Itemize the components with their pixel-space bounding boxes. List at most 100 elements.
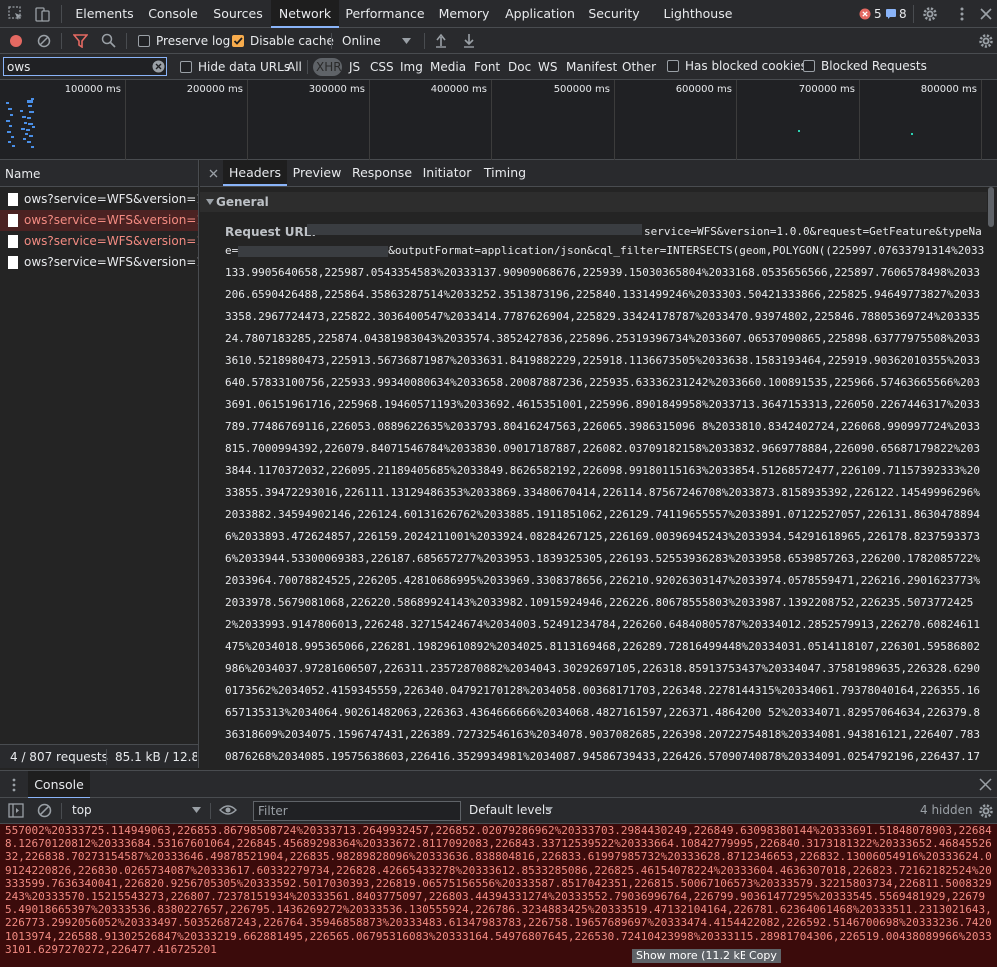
console-sidebar-icon[interactable] <box>8 803 24 818</box>
has-blocked-cookies-checkbox[interactable] <box>667 60 679 72</box>
live-expression-eye-icon[interactable] <box>219 803 237 817</box>
document-icon <box>8 193 18 206</box>
type-filter-ws[interactable]: WS <box>538 60 557 74</box>
log-levels-dropdown[interactable]: Default levels <box>469 803 551 817</box>
chevron-down-icon[interactable] <box>402 38 411 44</box>
tab-security[interactable]: Security <box>583 0 645 28</box>
drawer-menu-icon[interactable] <box>7 778 21 792</box>
request-row[interactable]: ows?service=WFS&version=1.... <box>0 231 198 252</box>
request-name: ows?service=WFS&version=1.... <box>24 255 198 269</box>
request-url-value: Request URL: service=WFS&version=1.0.0&r… <box>225 218 985 768</box>
close-drawer-icon[interactable] <box>979 778 992 791</box>
type-filter-other[interactable]: Other <box>622 60 656 74</box>
type-filter-media[interactable]: Media <box>430 60 466 74</box>
hide-data-urls-checkbox[interactable] <box>180 61 192 73</box>
document-icon <box>8 214 18 227</box>
tab-timing[interactable]: Timing <box>477 160 533 186</box>
tab-sources[interactable]: Sources <box>205 0 271 28</box>
request-name: ows?service=WFS&version=1.... <box>24 192 198 206</box>
close-detail-icon[interactable] <box>209 169 218 178</box>
error-count[interactable]: 5 <box>874 7 882 21</box>
device-toolbar-icon[interactable] <box>34 5 52 23</box>
error-icon[interactable] <box>859 8 871 20</box>
document-icon <box>8 256 18 269</box>
close-devtools-icon[interactable] <box>979 7 993 21</box>
message-icon[interactable] <box>885 8 897 20</box>
clear-filter-icon[interactable] <box>152 60 165 73</box>
copy-button[interactable]: Copy <box>745 949 781 963</box>
disable-cache-label[interactable]: Disable cache <box>250 34 334 48</box>
tab-network[interactable]: Network <box>271 0 339 28</box>
url-line-2-prefix: e= <box>225 244 239 257</box>
console-settings-gear-icon[interactable] <box>978 803 994 819</box>
request-list: Name ows?service=WFS&version=1.... ows?s… <box>0 160 199 768</box>
inspect-element-icon[interactable] <box>8 6 24 22</box>
hidden-messages-count: 4 hidden <box>920 803 973 817</box>
chevron-down-icon[interactable] <box>545 807 553 812</box>
hide-data-urls-label[interactable]: Hide data URLs <box>198 60 290 74</box>
drawer-tab-console[interactable]: Console <box>28 771 90 799</box>
triangle-down-icon <box>206 199 214 205</box>
clear-icon[interactable] <box>37 34 51 48</box>
disable-cache-checkbox[interactable] <box>232 35 244 47</box>
request-row[interactable]: ows?service=WFS&version=1.... <box>0 189 198 210</box>
preserve-log-checkbox[interactable] <box>138 35 150 47</box>
tab-preview[interactable]: Preview <box>287 160 347 186</box>
type-filter-all[interactable]: All <box>287 60 302 74</box>
type-filter-img[interactable]: Img <box>400 60 423 74</box>
scrollbar-thumb[interactable] <box>988 187 994 227</box>
name-column-header[interactable]: Name <box>0 160 198 187</box>
context-selector[interactable]: top <box>72 803 92 817</box>
message-count[interactable]: 8 <box>899 7 907 21</box>
record-icon[interactable] <box>9 34 23 48</box>
network-settings-gear-icon[interactable] <box>978 33 994 49</box>
name-column-label: Name <box>5 167 41 181</box>
request-row-selected[interactable]: ows?service=WFS&version=1.... <box>0 210 198 231</box>
type-filter-css[interactable]: CSS <box>370 60 394 74</box>
tab-response[interactable]: Response <box>347 160 417 186</box>
blocked-requests-label[interactable]: Blocked Requests <box>821 59 927 73</box>
more-options-icon[interactable] <box>954 6 970 22</box>
type-filter-xhr-label: XHR <box>316 60 342 74</box>
request-row[interactable]: ows?service=WFS&version=1.... <box>0 252 198 273</box>
type-filter-xhr[interactable]: XHR <box>313 58 342 76</box>
filter-input[interactable]: ows <box>3 57 167 76</box>
throttling-select[interactable]: Online <box>342 34 381 48</box>
detail-scrollbar[interactable] <box>987 187 995 767</box>
import-har-icon[interactable] <box>435 33 447 48</box>
network-toolbar: Preserve log Disable cache Online <box>0 28 997 54</box>
clear-console-icon[interactable] <box>37 803 52 818</box>
settings-gear-icon[interactable] <box>922 6 938 22</box>
timeline-overview[interactable]: 100000 ms 200000 ms 300000 ms 400000 ms … <box>0 80 997 160</box>
filter-icon[interactable] <box>73 34 88 48</box>
console-toolbar: top Filter Default levels 4 hidden <box>0 798 997 824</box>
has-blocked-cookies-label[interactable]: Has blocked cookies <box>685 59 807 73</box>
preserve-log-label[interactable]: Preserve log <box>156 34 230 48</box>
tab-headers[interactable]: Headers <box>223 160 287 186</box>
url-body: &outputFormat=application/json&cql_filte… <box>225 244 985 763</box>
tab-memory[interactable]: Memory <box>431 0 497 28</box>
show-more-button[interactable]: Show more (11.2 kB) <box>632 949 756 963</box>
url-line-1: service=WFS&version=1.0.0&request=GetFea… <box>644 225 982 238</box>
type-filter-manifest[interactable]: Manifest <box>566 60 617 74</box>
tab-console[interactable]: Console <box>141 0 205 28</box>
transfer-size: 85.1 kB / 12.8 M <box>115 750 197 764</box>
tab-performance[interactable]: Performance <box>339 0 431 28</box>
type-filter-js[interactable]: JS <box>349 60 360 74</box>
console-filter-input[interactable]: Filter <box>253 801 461 821</box>
export-har-icon[interactable] <box>463 33 475 48</box>
type-filter-font[interactable]: Font <box>474 60 500 74</box>
search-icon[interactable] <box>101 33 116 48</box>
blocked-requests-checkbox[interactable] <box>803 60 815 72</box>
tab-application[interactable]: Application <box>497 0 583 28</box>
tab-elements[interactable]: Elements <box>68 0 141 28</box>
request-status-bar: 4 / 807 requests 85.1 kB / 12.8 M <box>0 744 198 768</box>
general-section-header[interactable]: General <box>200 192 992 212</box>
type-filter-doc[interactable]: Doc <box>508 60 531 74</box>
tab-initiator[interactable]: Initiator <box>417 160 477 186</box>
console-error-message: 557002%20333725.114949063,226853.8679850… <box>0 824 997 967</box>
document-icon <box>8 235 18 248</box>
tab-lighthouse[interactable]: Lighthouse <box>645 0 751 28</box>
chevron-down-icon[interactable] <box>192 807 201 813</box>
network-filter-bar: ows Hide data URLs All XHR JS CSS Img Me… <box>0 54 997 80</box>
